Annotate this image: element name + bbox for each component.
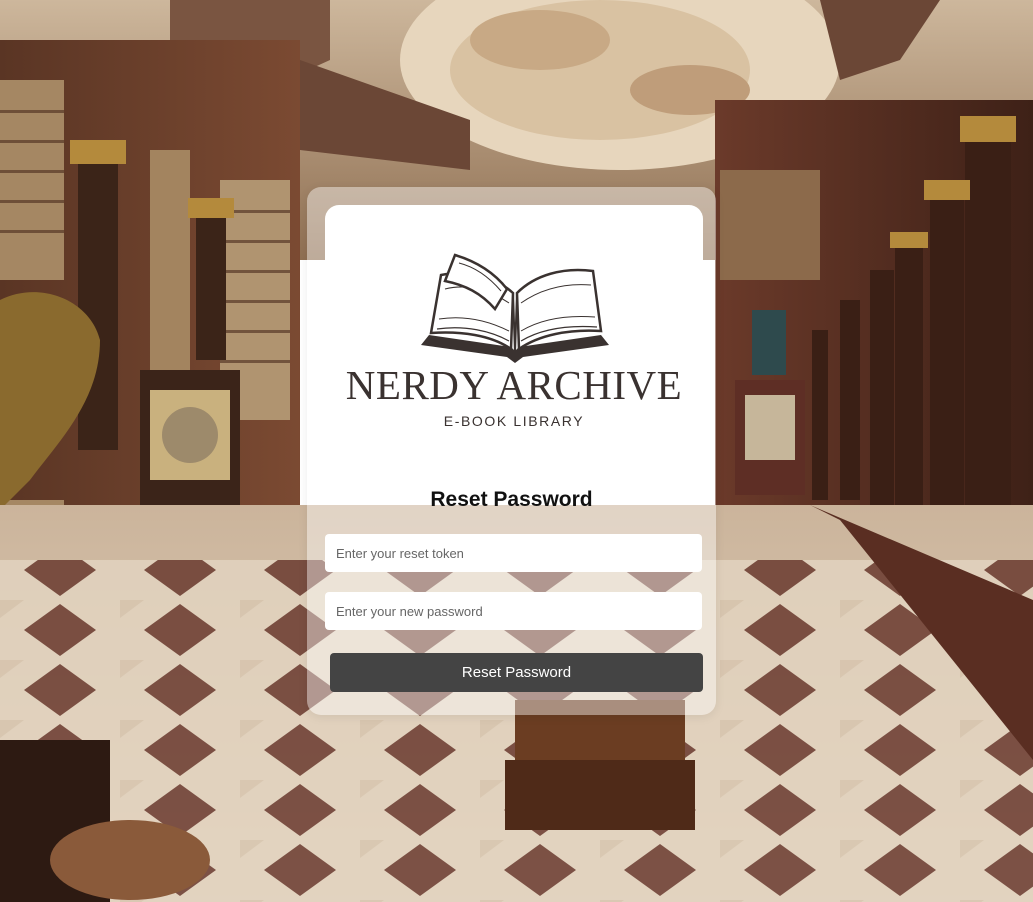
reset-password-button[interactable]: Reset Password — [330, 653, 703, 692]
reset-password-card: NERDY ARCHIVE E-BOOK LIBRARY Reset Passw… — [307, 187, 716, 715]
brand-name: NERDY ARCHIVE — [345, 362, 683, 408]
new-password-input[interactable] — [325, 592, 702, 630]
page-title: Reset Password — [430, 488, 593, 511]
brand-logo: NERDY ARCHIVE E-BOOK LIBRARY — [325, 205, 703, 455]
open-book-icon — [421, 253, 609, 363]
brand-tagline: E-BOOK LIBRARY — [443, 413, 585, 429]
reset-token-input[interactable] — [325, 534, 702, 572]
